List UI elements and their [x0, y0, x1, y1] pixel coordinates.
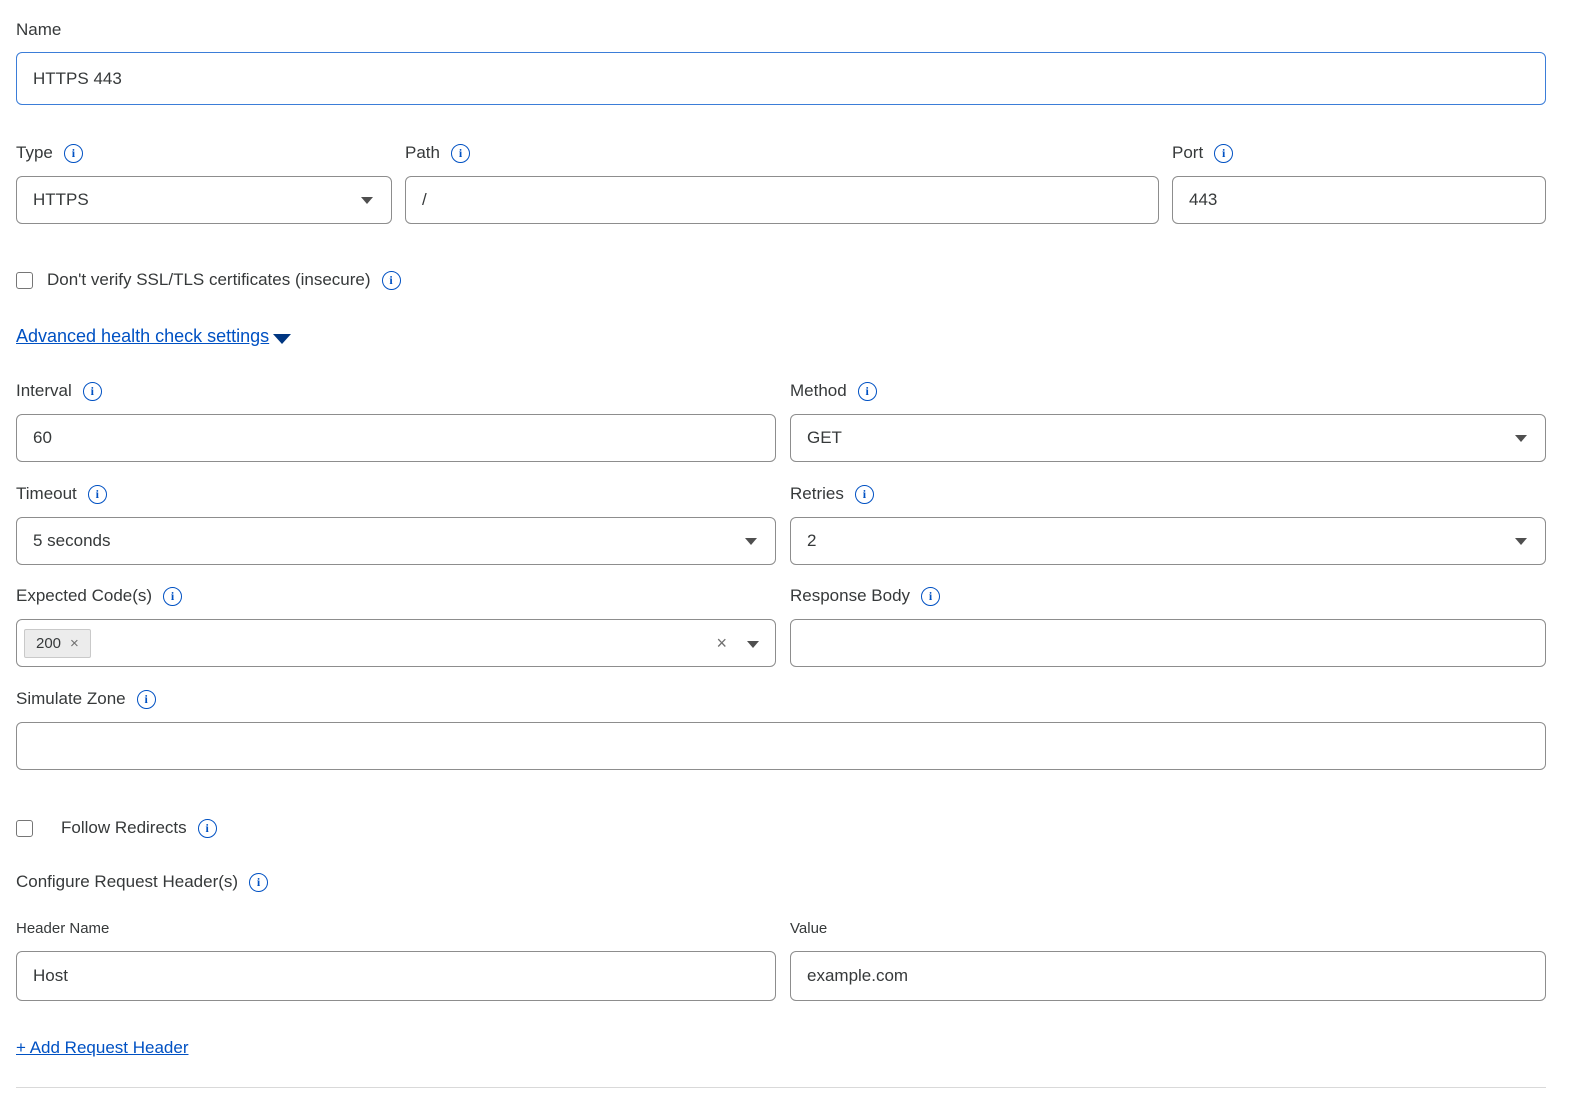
type-label-row: Type i	[16, 142, 392, 164]
type-label: Type	[16, 142, 53, 164]
header-name-input[interactable]	[16, 951, 776, 1001]
header-name-field: Header Name	[16, 920, 776, 1001]
name-label-row: Name	[16, 0, 1546, 41]
expected-codes-field: Expected Code(s) i 200 × ×	[16, 585, 776, 667]
port-input[interactable]	[1172, 176, 1546, 224]
clear-all-icon[interactable]: ×	[716, 633, 727, 654]
header-value-label: Value	[790, 920, 1546, 937]
simulate-zone-label: Simulate Zone	[16, 688, 126, 710]
interval-field: Interval i	[16, 380, 776, 462]
expected-code-tag-label: 200	[36, 635, 61, 652]
path-field: Path i	[405, 142, 1159, 224]
request-headers-section-label: Configure Request Header(s)	[16, 871, 238, 893]
health-check-form: Name Type i HTTPS Path i Port i	[16, 0, 1546, 1088]
timeout-label-row: Timeout i	[16, 483, 776, 505]
header-value-field: Value	[790, 920, 1546, 1001]
retries-select[interactable]: 2	[790, 517, 1546, 565]
retries-info-icon[interactable]: i	[855, 485, 874, 504]
interval-label-row: Interval i	[16, 380, 776, 402]
path-label: Path	[405, 142, 440, 164]
follow-redirects-checkbox[interactable]	[16, 820, 33, 837]
interval-method-row: Interval i Method i GET	[16, 380, 1546, 462]
chevron-down-icon[interactable]	[361, 197, 373, 204]
request-headers-info-icon[interactable]: i	[249, 873, 268, 892]
simulate-zone-label-row: Simulate Zone i	[16, 688, 1546, 710]
timeout-info-icon[interactable]: i	[88, 485, 107, 504]
timeout-label: Timeout	[16, 483, 77, 505]
add-header-row: + Add Request Header	[16, 1038, 1546, 1058]
response-body-label: Response Body	[790, 585, 910, 607]
response-body-field: Response Body i	[790, 585, 1546, 667]
triangle-down-icon	[273, 334, 291, 344]
response-body-input[interactable]	[790, 619, 1546, 667]
follow-redirects-row: Follow Redirects i	[16, 818, 1546, 838]
expected-code-tag: 200 ×	[24, 629, 91, 658]
port-info-icon[interactable]: i	[1214, 144, 1233, 163]
path-info-icon[interactable]: i	[451, 144, 470, 163]
response-body-label-row: Response Body i	[790, 585, 1546, 607]
chevron-down-icon[interactable]	[1515, 435, 1527, 442]
header-name-label: Header Name	[16, 920, 776, 937]
type-select[interactable]: HTTPS	[16, 176, 392, 224]
verify-ssl-label: Don't verify SSL/TLS certificates (insec…	[47, 270, 371, 290]
timeout-retries-row: Timeout i 5 seconds Retries i 2	[16, 483, 1546, 565]
type-select-value: HTTPS	[33, 190, 89, 210]
follow-redirects-label: Follow Redirects	[61, 818, 187, 838]
retries-label: Retries	[790, 483, 844, 505]
verify-ssl-info-icon[interactable]: i	[382, 271, 401, 290]
advanced-settings-link[interactable]: Advanced health check settings	[16, 326, 291, 347]
retries-label-row: Retries i	[790, 483, 1546, 505]
verify-ssl-row: Don't verify SSL/TLS certificates (insec…	[16, 270, 1546, 290]
timeout-field: Timeout i 5 seconds	[16, 483, 776, 565]
port-label: Port	[1172, 142, 1203, 164]
follow-redirects-info-icon[interactable]: i	[198, 819, 217, 838]
type-info-icon[interactable]: i	[64, 144, 83, 163]
expected-codes-info-icon[interactable]: i	[163, 587, 182, 606]
expected-codes-label: Expected Code(s)	[16, 585, 152, 607]
path-input[interactable]	[405, 176, 1159, 224]
add-request-header-link-label: + Add Request Header	[16, 1038, 188, 1058]
timeout-select[interactable]: 5 seconds	[16, 517, 776, 565]
expected-codes-label-row: Expected Code(s) i	[16, 585, 776, 607]
method-info-icon[interactable]: i	[858, 382, 877, 401]
advanced-settings-link-label: Advanced health check settings	[16, 326, 269, 347]
request-headers-section-row: Configure Request Header(s) i	[16, 871, 1546, 893]
simulate-zone-info-icon[interactable]: i	[137, 690, 156, 709]
header-value-input[interactable]	[790, 951, 1546, 1001]
retries-field: Retries i 2	[790, 483, 1546, 565]
interval-info-icon[interactable]: i	[83, 382, 102, 401]
response-body-info-icon[interactable]: i	[921, 587, 940, 606]
simulate-zone-input[interactable]	[16, 722, 1546, 770]
method-label: Method	[790, 380, 847, 402]
name-input[interactable]	[16, 52, 1546, 105]
verify-ssl-checkbox[interactable]	[16, 272, 33, 289]
retries-select-value: 2	[807, 531, 816, 551]
chevron-down-icon[interactable]	[747, 641, 759, 648]
name-label: Name	[16, 19, 61, 41]
advanced-settings-row: Advanced health check settings	[16, 326, 1546, 347]
codes-body-row: Expected Code(s) i 200 × × Response Body…	[16, 585, 1546, 667]
method-label-row: Method i	[790, 380, 1546, 402]
method-select[interactable]: GET	[790, 414, 1546, 462]
path-label-row: Path i	[405, 142, 1159, 164]
timeout-select-value: 5 seconds	[33, 531, 111, 551]
add-request-header-link[interactable]: + Add Request Header	[16, 1038, 188, 1058]
simulate-zone-field: Simulate Zone i	[16, 688, 1546, 770]
port-field: Port i	[1172, 142, 1546, 224]
port-label-row: Port i	[1172, 142, 1546, 164]
type-field: Type i HTTPS	[16, 142, 392, 224]
multiselect-controls: ×	[716, 633, 759, 654]
interval-label: Interval	[16, 380, 72, 402]
expected-codes-multiselect[interactable]: 200 × ×	[16, 619, 776, 667]
section-divider	[16, 1087, 1546, 1088]
header-row: Header Name Value	[16, 920, 1546, 1001]
type-path-port-row: Type i HTTPS Path i Port i	[16, 142, 1546, 224]
interval-input[interactable]	[16, 414, 776, 462]
chevron-down-icon[interactable]	[745, 538, 757, 545]
method-field: Method i GET	[790, 380, 1546, 462]
remove-tag-icon[interactable]: ×	[70, 635, 79, 652]
chevron-down-icon[interactable]	[1515, 538, 1527, 545]
method-select-value: GET	[807, 428, 842, 448]
